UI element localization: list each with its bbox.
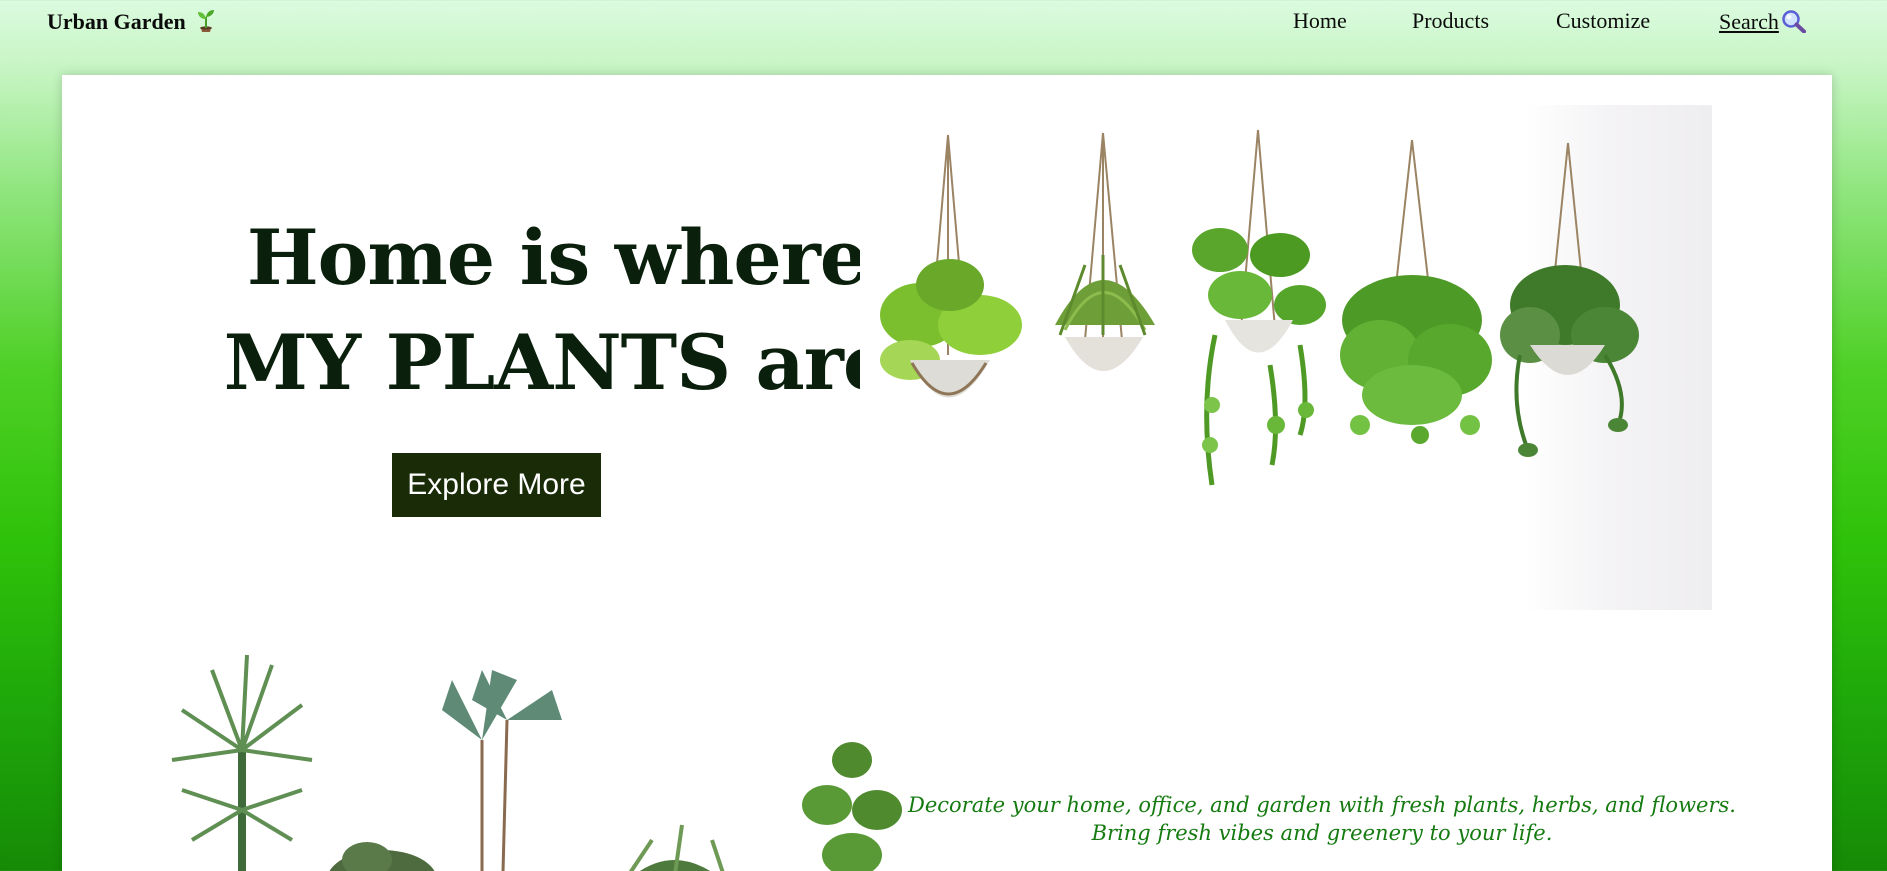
hanging-plants-image [860, 105, 1712, 610]
nav-link-search[interactable]: Search [1719, 9, 1807, 35]
search-label: Search [1719, 9, 1779, 34]
hero-headline: Home is where MY PLANTS are [147, 205, 967, 415]
explore-more-button[interactable]: Explore More [392, 453, 601, 517]
nav-link-products[interactable]: Products [1412, 8, 1489, 34]
brand-name: Urban Garden [47, 9, 186, 34]
headline-line-1: Home is where [246, 213, 868, 302]
headline-line-2: MY PLANTS are [223, 318, 891, 407]
magnifier-icon [1782, 10, 1806, 33]
tagline-text: Decorate your home, office, and garden w… [892, 791, 1752, 847]
sprout-icon [198, 10, 215, 32]
nav-link-home[interactable]: Home [1293, 8, 1347, 34]
tagline-line-1: Decorate your home, office, and garden w… [908, 793, 1736, 817]
floor-plants-image [152, 610, 912, 871]
tagline-line-2: Bring fresh vibes and greenery to your l… [1091, 821, 1553, 845]
top-nav: Urban Garden Home Products Customize Sea… [0, 0, 1887, 44]
hero-card: Home is where MY PLANTS are Explore More [62, 75, 1832, 871]
nav-link-customize[interactable]: Customize [1556, 8, 1650, 34]
brand-logo[interactable]: Urban Garden [47, 8, 217, 35]
